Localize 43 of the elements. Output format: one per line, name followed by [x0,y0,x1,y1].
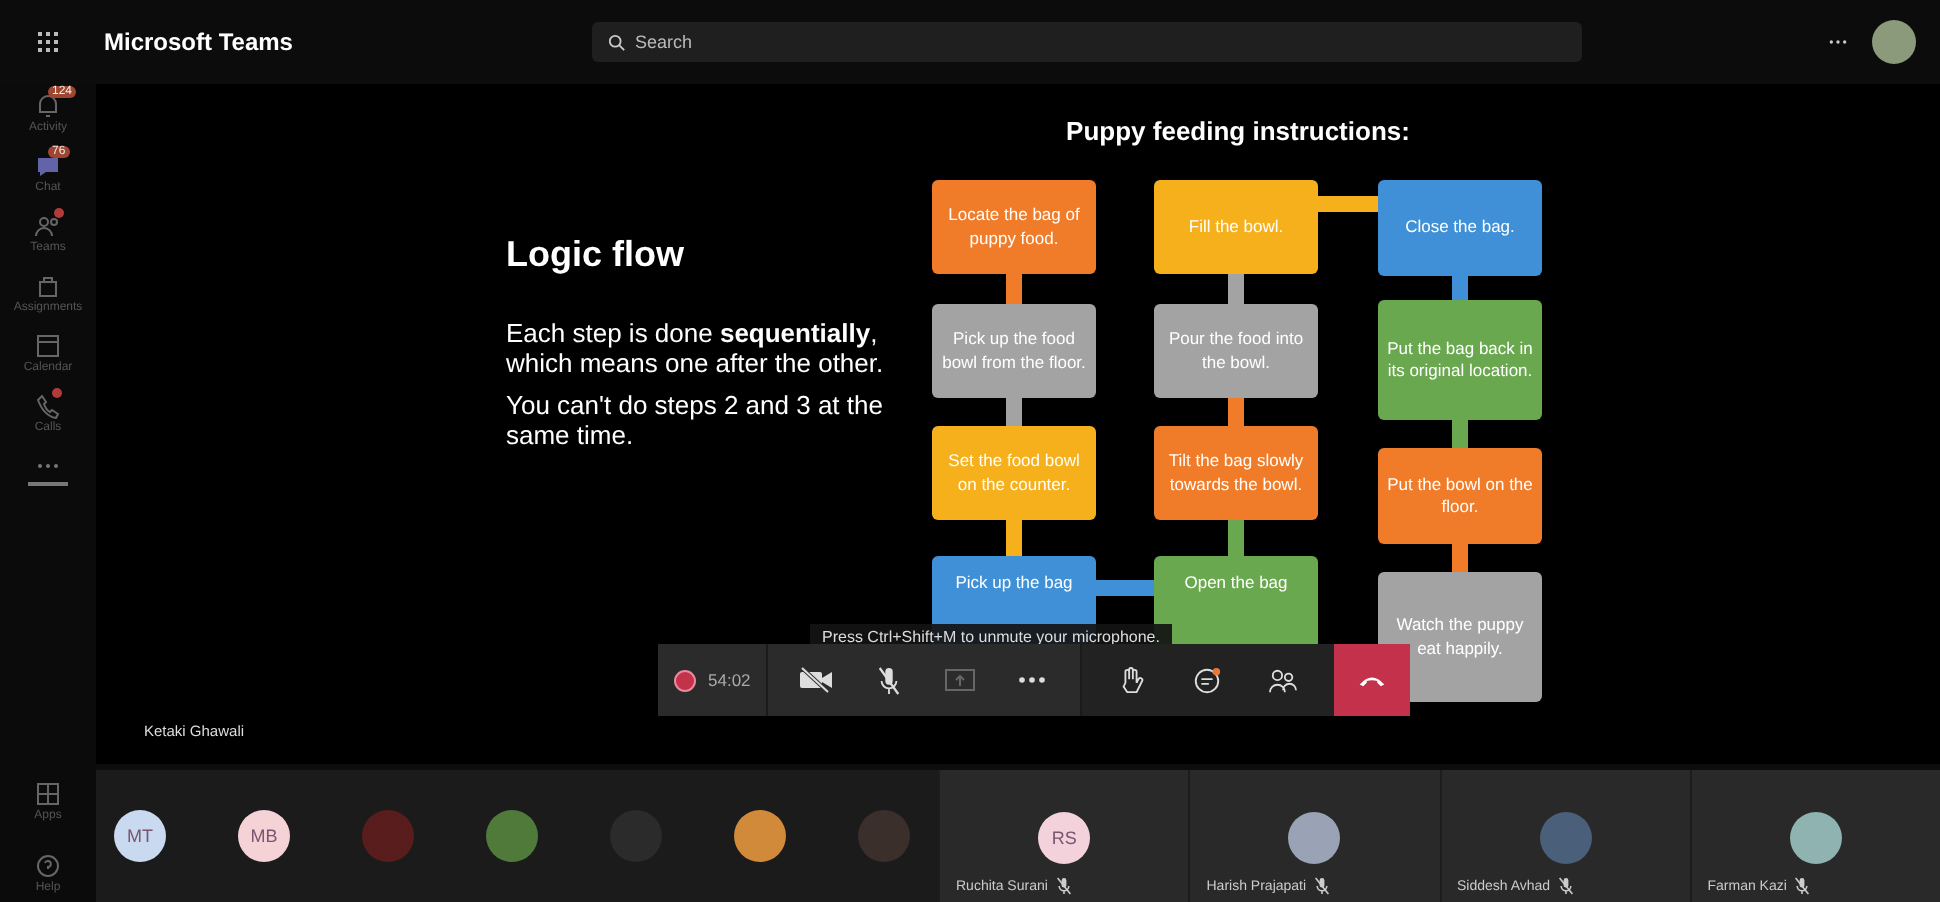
flowchart-step: Close the bag. [1378,180,1542,276]
flowchart-step: Pour the food into the bowl. [1154,304,1318,398]
people-icon [33,212,62,240]
slide-paragraph: You can't do steps 2 and 3 at the same time. [506,391,885,452]
call-timer: 54:02 [708,670,751,690]
avatar-photo[interactable] [486,810,538,862]
share-screen-icon [944,668,977,692]
app-grid-icon[interactable] [36,30,60,54]
flowchart-step: Put the bag back in its original location. [1378,300,1542,420]
help-icon [34,852,62,880]
participant-avatar: RS [1038,812,1091,864]
people-icon [1267,667,1298,693]
flowchart-step: Set the food bowl on the counter. [932,426,1096,520]
microphone-off-icon [875,665,902,695]
search-icon [608,34,627,52]
flowchart-step: Tilt the bag slowly towards the bowl. [1154,426,1318,520]
more-options-icon[interactable] [1828,38,1848,46]
chat-bubble-icon [1191,665,1222,695]
phone-icon [34,392,62,420]
bag-icon [33,272,62,300]
flowchart-title: Puppy feeding instructions: [1064,116,1412,146]
more-icon [1018,676,1047,684]
chat-icon [34,152,62,180]
participant-avatar[interactable]: MB [238,810,290,862]
hand-icon [1117,665,1144,695]
flowchart-step: Fill the bowl. [1154,180,1318,274]
apps-icon [34,780,62,808]
flowchart-step: Watch the puppy eat happily. [1378,572,1542,702]
flowchart-step: Put the bowl on the floor. [1378,448,1542,544]
avatar-photo[interactable] [734,810,786,862]
bell-icon [33,92,62,120]
participant-avatar[interactable]: MT [114,810,166,862]
camera-off-icon [798,666,835,694]
search-field[interactable]: Search [592,22,1583,62]
flowchart-step: Locate the bag of puppy food. [932,180,1096,274]
more-apps-icon[interactable] [34,462,62,470]
flowchart-step: Pick up the food bowl from the floor. [932,304,1096,398]
phone-icon [1358,673,1387,687]
slide-heading: Logic flow [506,234,686,276]
calendar-icon [33,332,62,360]
slide-paragraph: Each step is done sequentially, which means one after the other. [506,320,886,380]
app-title: Microsoft Teams [104,28,293,56]
profile-avatar[interactable] [1872,20,1916,64]
